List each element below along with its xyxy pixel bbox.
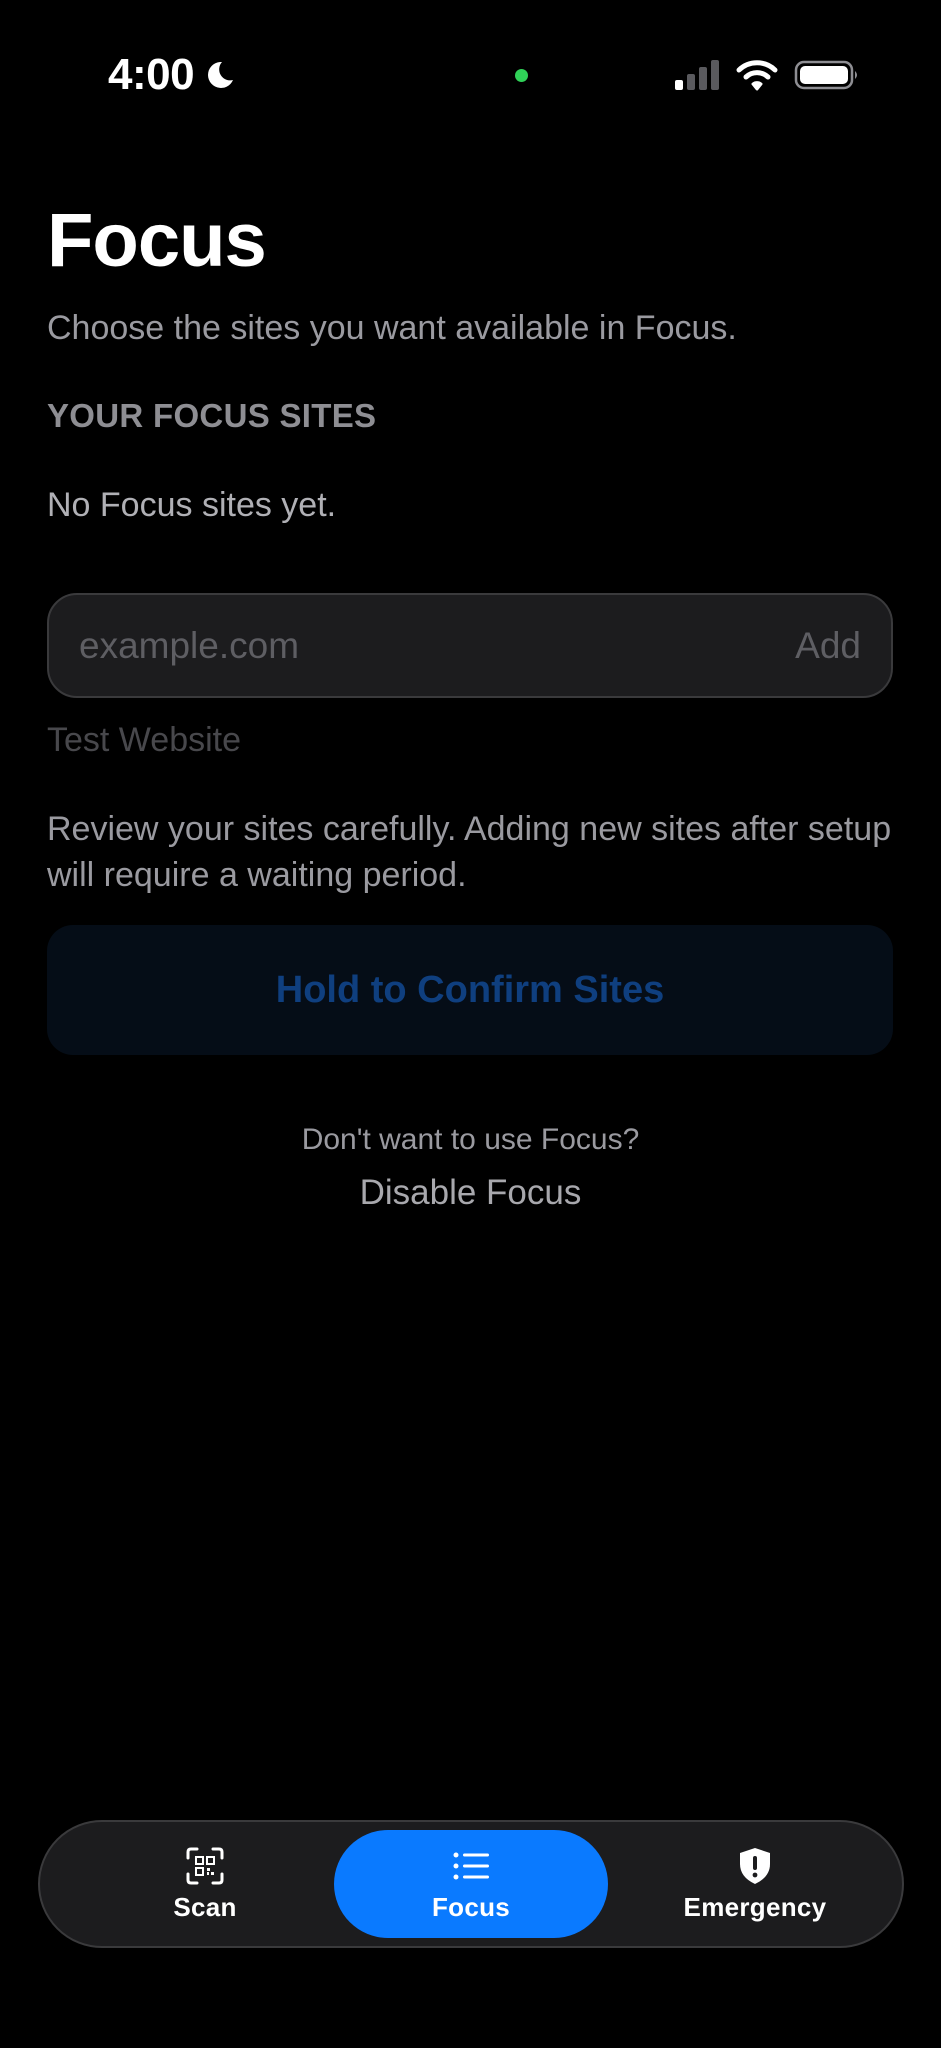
camera-indicator-dot — [515, 69, 528, 82]
page-title: Focus — [47, 198, 267, 283]
add-site-button[interactable]: Add — [795, 595, 861, 696]
cellular-signal-icon — [675, 60, 719, 90]
shield-alert-icon — [740, 1847, 770, 1884]
hold-to-confirm-button[interactable]: Hold to Confirm Sites — [47, 925, 893, 1055]
tab-scan-label: Scan — [173, 1891, 237, 1922]
tab-bar: Scan Focus Emergency — [38, 1820, 904, 1948]
tab-scan[interactable]: Scan — [60, 1830, 350, 1938]
disable-focus-prompt: Don't want to use Focus? — [301, 1123, 640, 1156]
disable-focus-button[interactable]: Disable Focus — [0, 1170, 941, 1216]
moon-icon — [208, 61, 234, 88]
tab-focus[interactable]: Focus — [334, 1830, 608, 1938]
tab-focus-label: Focus — [431, 1891, 511, 1922]
qr-scan-icon — [186, 1847, 224, 1884]
status-bar: 4:00 — [0, 0, 941, 150]
site-url-input[interactable] — [79, 595, 759, 696]
tab-emergency-label: Emergency — [683, 1891, 827, 1922]
page-subtitle: Choose the sites you want available in F… — [47, 309, 737, 347]
status-time: 4:00 — [108, 50, 195, 99]
focus-sites-section-header: YOUR FOCUS SITES — [47, 397, 377, 434]
add-site-field: Add — [47, 593, 893, 698]
wifi-icon — [736, 60, 778, 91]
status-time-group: 4:00 — [108, 50, 236, 100]
test-website-suggestion[interactable]: Test Website — [47, 718, 241, 762]
waiting-period-notice: Review your sites carefully. Adding new … — [47, 810, 892, 894]
tab-emergency[interactable]: Emergency — [610, 1830, 900, 1938]
battery-icon — [794, 60, 857, 90]
list-icon — [453, 1852, 489, 1879]
focus-sites-empty-text: No Focus sites yet. — [47, 486, 337, 524]
